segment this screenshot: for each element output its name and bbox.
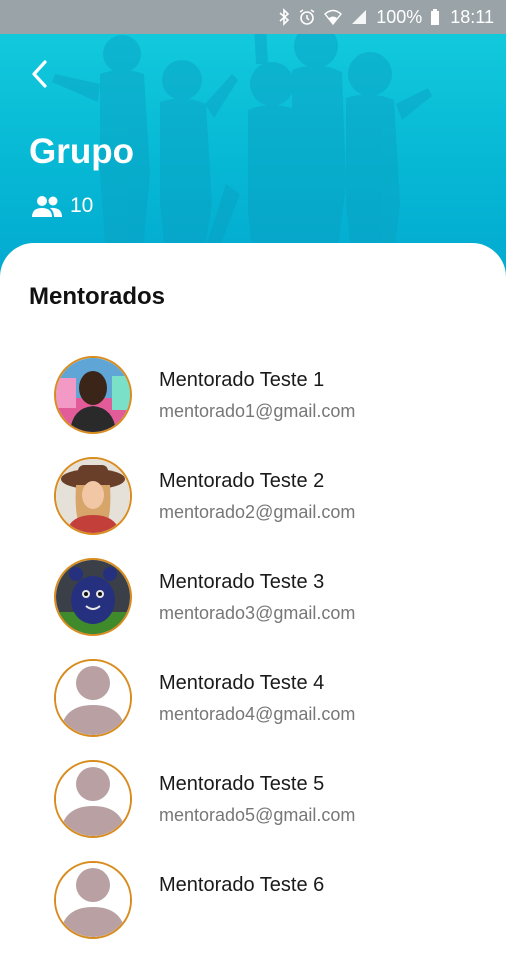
battery-text: 100% xyxy=(376,6,423,27)
mentee-name: Mentorado Teste 2 xyxy=(159,470,325,492)
avatar xyxy=(54,356,132,434)
list-item[interactable]: Mentorado Teste 3 mentorado3@gmail.com xyxy=(0,558,506,659)
list-item[interactable]: Mentorado Teste 6 xyxy=(0,861,506,962)
mentee-name: Mentorado Teste 5 xyxy=(159,773,325,795)
default-user-icon xyxy=(56,762,130,836)
signal-icon xyxy=(350,8,368,26)
people-icon xyxy=(32,196,62,217)
mentee-email: mentorado4@gmail.com xyxy=(159,704,356,724)
list-item[interactable]: Mentorado Teste 4 mentorado4@gmail.com xyxy=(0,659,506,760)
list-item[interactable]: Mentorado Teste 1 mentorado1@gmail.com xyxy=(0,356,506,457)
avatar xyxy=(54,861,132,939)
member-count: 10 xyxy=(30,194,93,218)
avatar xyxy=(54,760,132,838)
default-user-icon xyxy=(56,661,130,735)
section-title: Mentorados xyxy=(29,283,166,310)
alarm-icon xyxy=(298,8,316,26)
mentee-email: mentorado3@gmail.com xyxy=(159,603,356,623)
mentee-email: mentorado1@gmail.com xyxy=(159,401,356,421)
mentees-card: Mentorados Mentorado Teste 1 mentorado1@… xyxy=(0,243,506,939)
avatar xyxy=(54,558,132,636)
mentee-name: Mentorado Teste 1 xyxy=(159,369,325,391)
avatar xyxy=(54,457,132,535)
mentee-email: mentorado5@gmail.com xyxy=(159,805,356,825)
mentee-email: mentorado2@gmail.com xyxy=(159,502,356,522)
bluetooth-icon xyxy=(278,8,290,26)
wifi-icon xyxy=(324,8,343,26)
list-item[interactable]: Mentorado Teste 5 mentorado5@gmail.com xyxy=(0,760,506,861)
page-title: Grupo xyxy=(29,132,134,171)
mentee-name: Mentorado Teste 6 xyxy=(159,874,325,896)
back-button[interactable] xyxy=(24,56,56,92)
member-count-value: 10 xyxy=(70,194,94,217)
clock-text: 18:11 xyxy=(450,6,494,27)
mentee-name: Mentorado Teste 3 xyxy=(159,571,325,593)
default-user-icon xyxy=(56,863,130,937)
status-bar: 100% 18:11 xyxy=(0,0,506,34)
list-item[interactable]: Mentorado Teste 2 mentorado2@gmail.com xyxy=(0,457,506,558)
chevron-left-icon xyxy=(32,60,47,88)
mentee-name: Mentorado Teste 4 xyxy=(159,672,325,694)
avatar xyxy=(54,659,132,737)
battery-icon xyxy=(430,8,440,26)
